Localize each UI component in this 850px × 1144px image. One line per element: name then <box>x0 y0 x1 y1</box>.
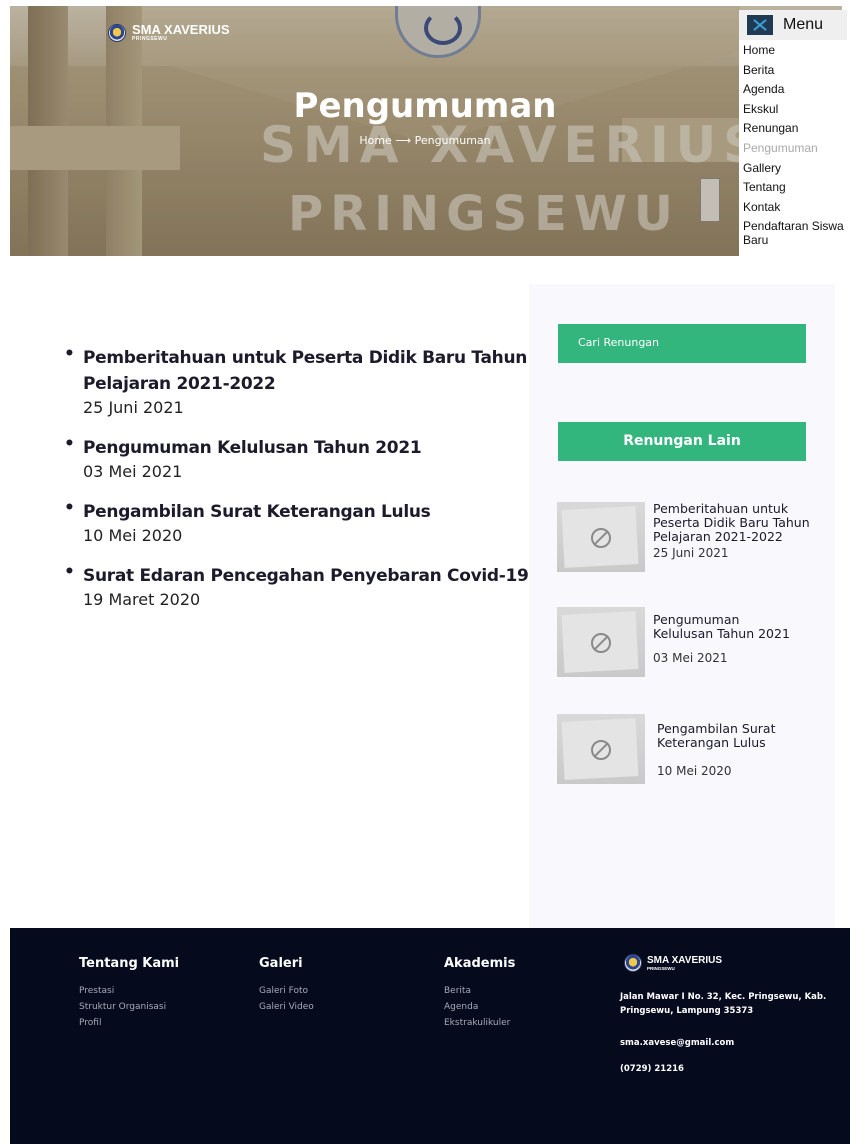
announcement-list: Pemberitahuan untuk Peserta Didik Baru T… <box>64 344 534 627</box>
menu-item-agenda[interactable]: Agenda <box>743 82 847 96</box>
footer-link-prestasi[interactable]: Prestasi <box>79 985 179 997</box>
no-image-icon <box>591 528 611 548</box>
menu-toggle[interactable]: Menu <box>739 10 847 40</box>
post-title-link[interactable]: Pengumuman Kelulusan Tahun 2021 <box>83 435 534 461</box>
footer: Tentang Kami Prestasi Struktur Organisas… <box>10 928 850 1144</box>
post-title-link[interactable]: Surat Edaran Pencegahan Penyebaran Covid… <box>83 563 534 589</box>
footer-link-agenda[interactable]: Agenda <box>444 1001 515 1013</box>
site-name: SMA XAVERIUS <box>132 22 230 37</box>
footer-site-name-block: SMA XAVERIUS PRINGSEWU <box>647 954 723 971</box>
no-image-icon <box>591 633 611 653</box>
list-item: Pemberitahuan untuk Peserta Didik Baru T… <box>64 344 534 419</box>
sidebar-post-date: 25 Juni 2021 <box>653 546 729 560</box>
menu-list: Home Berita Agenda Ekskul Renungan Pengu… <box>739 40 847 257</box>
sidebar-post-text: Pengambilan Surat Keterangan Lulus 10 Me… <box>645 714 787 784</box>
site-name-block: SMA XAVERIUS PRINGSEWU <box>132 22 230 42</box>
footer-col-galeri: Galeri Galeri Foto Galeri Video <box>259 956 314 1017</box>
site-logo-link[interactable]: SMA XAVERIUS PRINGSEWU <box>108 22 230 42</box>
footer-link-ekstrakulikuler[interactable]: Ekstrakulikuler <box>444 1017 515 1029</box>
sidebar-post-title[interactable]: Pengumuman Kelulusan Tahun 2021 <box>653 607 793 641</box>
list-item: Pengumuman Kelulusan Tahun 2021 03 Mei 2… <box>64 434 534 483</box>
menu-item-gallery[interactable]: Gallery <box>743 161 847 175</box>
search-renungan-button[interactable]: Cari Renungan <box>558 324 806 363</box>
sidebar-heading: Renungan Lain <box>558 422 806 461</box>
footer-phone[interactable]: (0729) 21216 <box>620 1064 684 1074</box>
sidebar-post-item[interactable]: Pengambilan Surat Keterangan Lulus 10 Me… <box>557 714 827 784</box>
footer-email[interactable]: sma.xavese@gmail.com <box>620 1038 734 1048</box>
school-logo-icon <box>624 954 642 972</box>
post-thumbnail[interactable] <box>557 502 645 572</box>
post-title-link[interactable]: Pemberitahuan untuk Peserta Didik Baru T… <box>83 345 534 397</box>
sidebar-post-item[interactable]: Pengumuman Kelulusan Tahun 2021 03 Mei 2… <box>557 607 827 677</box>
footer-heading: Tentang Kami <box>79 956 180 971</box>
footer-link-struktur[interactable]: Struktur Organisasi <box>79 1001 179 1013</box>
no-image-icon <box>591 740 611 760</box>
post-thumbnail[interactable] <box>557 714 645 784</box>
sidebar-post-title[interactable]: Pemberitahuan untuk Peserta Didik Baru T… <box>653 502 813 544</box>
footer-link-galeri-foto[interactable]: Galeri Foto <box>259 985 314 997</box>
footer-link-profil[interactable]: Profil <box>79 1017 179 1029</box>
sidebar-post-item[interactable]: Pemberitahuan untuk Peserta Didik Baru T… <box>557 502 827 572</box>
list-item: Surat Edaran Pencegahan Penyebaran Covid… <box>64 562 534 611</box>
footer-address: Jalan Mawar I No. 32, Kec. Pringsewu, Ka… <box>620 992 827 1016</box>
post-date: 03 Mei 2021 <box>83 462 183 481</box>
sidebar-post-date: 03 Mei 2021 <box>653 651 728 665</box>
post-title-link[interactable]: Pengambilan Surat Keterangan Lulus <box>83 499 534 525</box>
hero-banner: SMA XAVERIUS PRINGSEWU <box>10 6 842 256</box>
close-menu-icon[interactable] <box>747 15 773 35</box>
list-item: Pengambilan Surat Keterangan Lulus 10 Me… <box>64 498 534 547</box>
post-date: 10 Mei 2020 <box>83 526 183 545</box>
menu-item-kontak[interactable]: Kontak <box>743 200 847 214</box>
breadcrumb[interactable]: Home ⟶ Pengumuman <box>0 134 850 147</box>
nav-menu: Menu Home Berita Agenda Ekskul Renungan … <box>739 10 847 257</box>
post-date: 25 Juni 2021 <box>83 398 184 417</box>
footer-logo[interactable]: SMA XAVERIUS PRINGSEWU <box>624 954 722 972</box>
footer-site-subname: PRINGSEWU <box>647 965 675 971</box>
footer-link-berita[interactable]: Berita <box>444 985 515 997</box>
hero-overlay <box>10 6 842 256</box>
menu-item-home[interactable]: Home <box>743 43 847 57</box>
school-logo-icon <box>108 24 126 42</box>
footer-link-galeri-video[interactable]: Galeri Video <box>259 1001 314 1013</box>
footer-col-tentang: Tentang Kami Prestasi Struktur Organisas… <box>79 956 179 1033</box>
sidebar-post-date: 10 Mei 2020 <box>657 764 732 778</box>
sidebar-post-title[interactable]: Pengambilan Surat Keterangan Lulus <box>657 714 787 750</box>
page-title: Pengumuman <box>293 86 557 126</box>
menu-title: Menu <box>783 16 824 33</box>
post-thumbnail[interactable] <box>557 607 645 677</box>
menu-item-pendaftaran[interactable]: Pendaftaran Siswa Baru <box>743 219 847 247</box>
menu-item-tentang[interactable]: Tentang <box>743 180 847 194</box>
footer-heading: Akademis <box>444 956 516 971</box>
sidebar-post-text: Pemberitahuan untuk Peserta Didik Baru T… <box>645 502 813 572</box>
sidebar: Cari Renungan Renungan Lain Pemberitahua… <box>529 284 835 930</box>
menu-item-renungan[interactable]: Renungan <box>743 121 847 135</box>
footer-site-name: SMA XAVERIUS <box>647 954 723 966</box>
menu-item-berita[interactable]: Berita <box>743 63 847 77</box>
footer-col-akademis: Akademis Berita Agenda Ekstrakulikuler <box>444 956 515 1033</box>
post-date: 19 Maret 2020 <box>83 590 201 609</box>
menu-item-ekskul[interactable]: Ekskul <box>743 102 847 116</box>
sidebar-post-text: Pengumuman Kelulusan Tahun 2021 03 Mei 2… <box>645 607 793 677</box>
menu-item-pengumuman[interactable]: Pengumuman <box>743 141 847 155</box>
footer-heading: Galeri <box>259 956 303 971</box>
